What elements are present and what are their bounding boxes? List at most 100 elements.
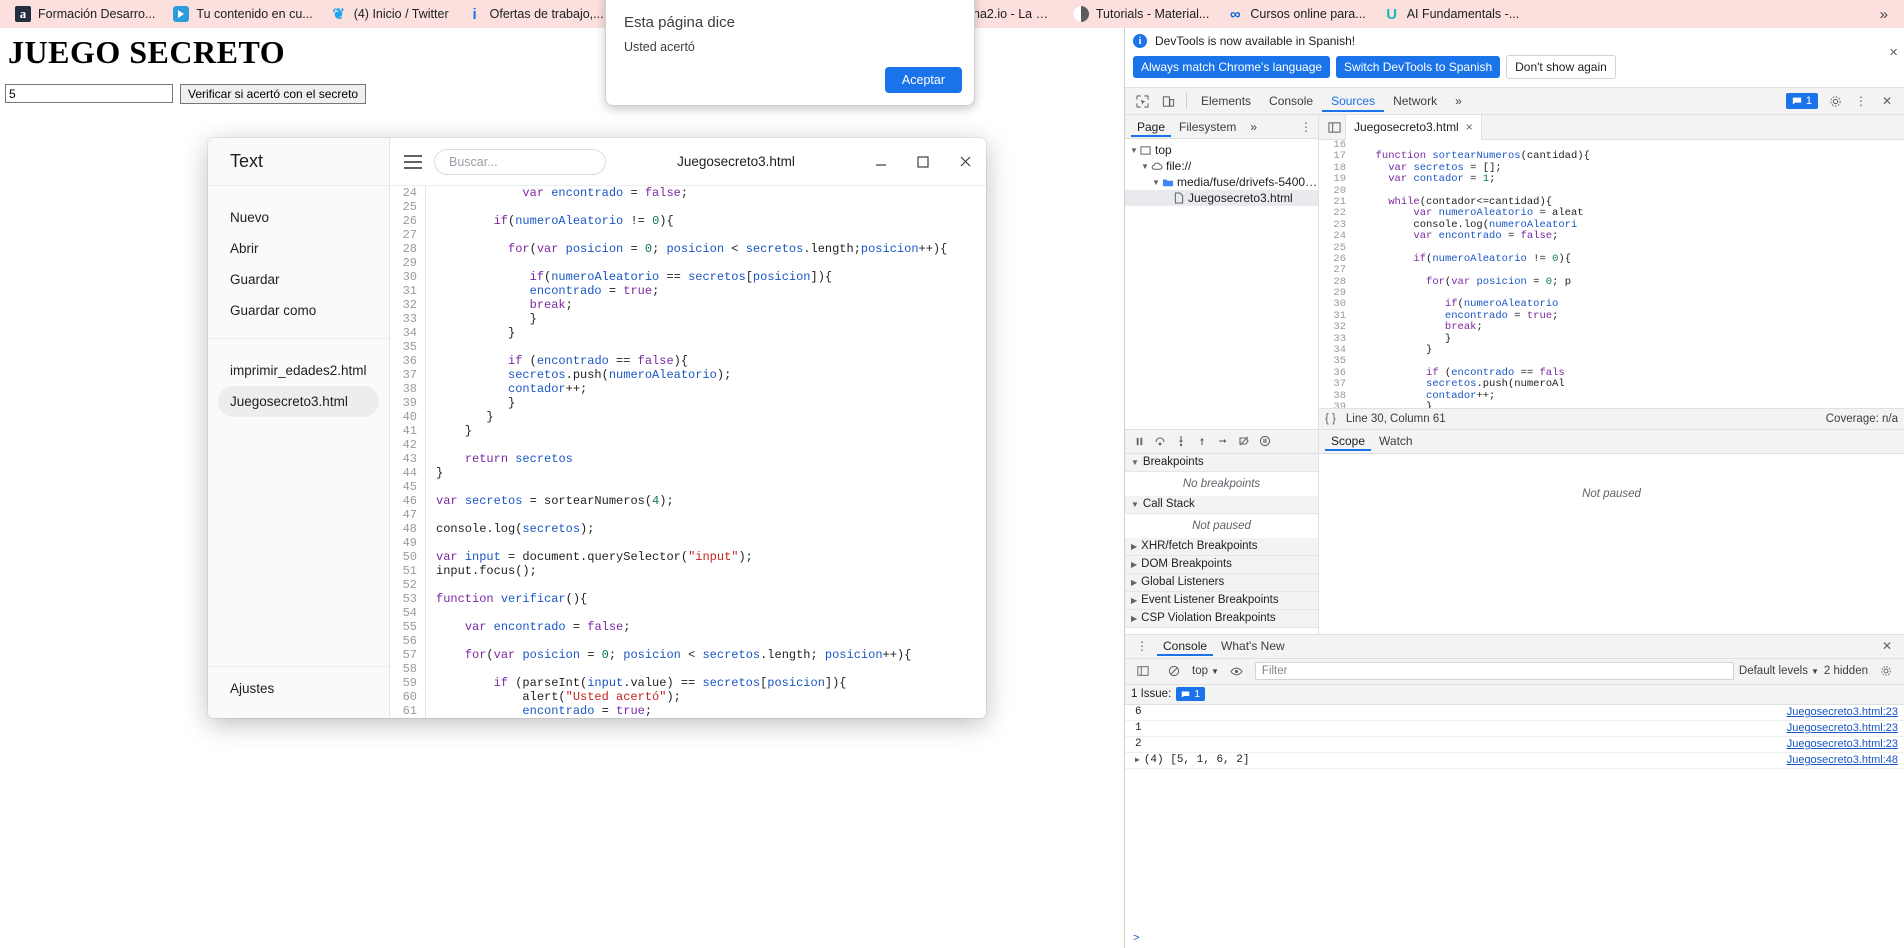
navigator-tab-page[interactable]: Page <box>1131 117 1171 137</box>
bookmark-item[interactable]: i Ofertas de trabajo,... <box>458 2 613 26</box>
devtools-tab-elements[interactable]: Elements <box>1192 90 1260 112</box>
always-match-language-button[interactable]: Always match Chrome's language <box>1133 56 1331 78</box>
line-number: 59 <box>390 676 426 690</box>
editor-search-input[interactable] <box>434 148 606 175</box>
more-options-icon[interactable]: ⋮ <box>1848 90 1874 112</box>
minimize-icon[interactable] <box>866 147 896 177</box>
debugger-section-header[interactable]: ▶ Global Listeners <box>1125 573 1318 592</box>
console-filter-input[interactable] <box>1254 662 1734 680</box>
file-tree-row[interactable]: ▼ top <box>1125 142 1318 158</box>
devtools-more-tabs-icon[interactable]: » <box>1446 90 1471 112</box>
console-context-selector[interactable]: top ▼ <box>1192 665 1219 677</box>
debugger-section-header[interactable]: ▶ Event Listener Breakpoints <box>1125 591 1318 610</box>
file-tree-row[interactable]: ▼ file:// <box>1125 158 1318 174</box>
step-icon[interactable] <box>1213 431 1233 451</box>
bookmark-item[interactable]: Tu contenido en cu... <box>164 2 321 26</box>
console-levels-selector[interactable]: Default levels ▼ <box>1739 665 1819 677</box>
editor-menu-item[interactable]: Guardar <box>208 264 389 295</box>
close-icon[interactable] <box>950 147 980 177</box>
debugger-section-header[interactable]: ▶ DOM Breakpoints <box>1125 555 1318 574</box>
code-line: 29 <box>390 256 986 270</box>
editor-menu-item[interactable]: Abrir <box>208 233 389 264</box>
open-file-tab[interactable]: Juegosecreto3.html × <box>1345 114 1482 140</box>
step-into-icon[interactable] <box>1171 431 1191 451</box>
bookmark-item[interactable]: U AI Fundamentals -... <box>1375 2 1529 26</box>
editor-menu-item[interactable]: Nuevo <box>208 202 389 233</box>
editor-code-area[interactable]: 24 var encontrado = false; 25 26 if(numero… <box>390 186 986 718</box>
devtools-close-icon[interactable]: ✕ <box>1874 90 1900 112</box>
bookmark-item[interactable]: a Formación Desarro... <box>6 2 164 26</box>
console-row[interactable]: ▶ (4) [5, 1, 6, 2] Juegosecreto3.html:48 <box>1125 753 1904 769</box>
pretty-print-icon[interactable]: { } <box>1325 413 1336 425</box>
gear-icon[interactable] <box>1822 90 1848 112</box>
secret-number-input[interactable] <box>5 84 173 103</box>
device-toolbar-icon[interactable] <box>1155 90 1181 112</box>
bookmark-item[interactable]: ❦ (4) Inicio / Twitter <box>322 2 458 26</box>
console-prompt[interactable]: > <box>1125 930 1904 948</box>
banner-close-icon[interactable]: × <box>1889 44 1898 61</box>
alert-accept-button[interactable]: Aceptar <box>884 67 962 93</box>
editor-file-item[interactable]: Juegosecreto3.html <box>218 386 379 417</box>
console-row[interactable]: 6 Juegosecreto3.html:23 <box>1125 705 1904 721</box>
console-row-source-link[interactable]: Juegosecreto3.html:23 <box>1787 722 1898 734</box>
navigator-tab-filesystem[interactable]: Filesystem <box>1173 117 1242 137</box>
devtools-issues-chip[interactable]: 1 <box>1785 93 1818 109</box>
bookmark-item[interactable]: Tutorials - Material... <box>1064 2 1218 26</box>
debugger-section-header[interactable]: ▼ Call Stack <box>1125 495 1318 514</box>
sources-code-view[interactable]: 16 17 function sortearNumeros(cantidad){… <box>1319 140 1904 408</box>
debugger-section-header[interactable]: ▼ Breakpoints <box>1125 453 1318 472</box>
console-row[interactable]: 2 Juegosecreto3.html:23 <box>1125 737 1904 753</box>
navigator-more-icon[interactable]: » <box>1244 117 1263 137</box>
line-content <box>1353 243 1363 254</box>
pause-icon[interactable] <box>1129 431 1149 451</box>
console-eye-icon[interactable] <box>1224 660 1250 682</box>
bookmark-item[interactable]: ∞ Cursos online para... <box>1218 2 1374 26</box>
tree-twisty-icon[interactable]: ▼ <box>1151 178 1161 187</box>
open-file-tab-close-icon[interactable]: × <box>1466 120 1473 134</box>
editor-menu-item[interactable]: Guardar como <box>208 295 389 326</box>
console-row-source-link[interactable]: Juegosecreto3.html:23 <box>1787 738 1898 750</box>
code-line: 25 <box>390 200 986 214</box>
console-tab-console[interactable]: Console <box>1157 636 1213 656</box>
devtools-tab-sources[interactable]: Sources <box>1322 90 1384 112</box>
devtools-tab-network[interactable]: Network <box>1384 90 1446 112</box>
scope-tab-scope[interactable]: Scope <box>1325 431 1371 451</box>
tree-twisty-icon[interactable]: ▼ <box>1140 162 1150 171</box>
chevron-down-icon: ▼ <box>1131 457 1139 467</box>
console-tab-what-s-new[interactable]: What's New <box>1215 636 1291 656</box>
hamburger-menu-icon[interactable] <box>404 154 422 169</box>
step-out-icon[interactable] <box>1192 431 1212 451</box>
switch-to-spanish-button[interactable]: Switch DevTools to Spanish <box>1336 56 1501 78</box>
show-navigator-icon[interactable] <box>1323 121 1345 134</box>
verify-button[interactable]: Verificar si acertó con el secreto <box>180 84 367 104</box>
console-row[interactable]: 1 Juegosecreto3.html:23 <box>1125 721 1904 737</box>
step-over-icon[interactable] <box>1150 431 1170 451</box>
tree-twisty-icon[interactable]: ▼ <box>1129 146 1139 155</box>
debugger-section-header[interactable]: ▶ XHR/fetch Breakpoints <box>1125 537 1318 556</box>
console-row-source-link[interactable]: Juegosecreto3.html:48 <box>1787 754 1898 766</box>
debugger-section-header[interactable]: ▶ CSP Violation Breakpoints <box>1125 609 1318 628</box>
devtools-tab-console[interactable]: Console <box>1260 90 1322 112</box>
file-tree-row[interactable]: Juegosecreto3.html <box>1125 190 1318 206</box>
editor-settings-item[interactable]: Ajustes <box>208 666 389 718</box>
expand-arrow-icon[interactable]: ▶ <box>1135 755 1140 765</box>
console-sidebar-icon[interactable] <box>1130 660 1156 682</box>
deactivate-breakpoints-icon[interactable] <box>1234 431 1254 451</box>
maximize-icon[interactable] <box>908 147 938 177</box>
scope-tab-watch[interactable]: Watch <box>1373 431 1419 451</box>
code-line: 28 for(var posicion = 0; p <box>1319 276 1904 288</box>
drawer-close-icon[interactable]: ✕ <box>1874 635 1900 657</box>
navigator-more-options-icon[interactable]: ⋮ <box>1300 120 1312 134</box>
console-issues-bar[interactable]: 1 Issue: 1 <box>1125 684 1904 705</box>
drawer-more-icon[interactable]: ⋮ <box>1129 635 1155 657</box>
console-row-source-link[interactable]: Juegosecreto3.html:23 <box>1787 706 1898 718</box>
clear-console-icon[interactable] <box>1161 660 1187 682</box>
editor-file-item[interactable]: imprimir_edades2.html <box>208 355 389 386</box>
file-tree-row[interactable]: ▼ media/fuse/drivefs-54001df18 <box>1125 174 1318 190</box>
dont-show-again-button[interactable]: Don't show again <box>1506 55 1616 79</box>
pause-on-exceptions-icon[interactable] <box>1255 431 1275 451</box>
inspect-element-icon[interactable] <box>1129 90 1155 112</box>
bookmarks-overflow-icon[interactable]: » <box>1870 6 1898 23</box>
console-settings-icon[interactable] <box>1873 660 1899 682</box>
console-issues-chip[interactable]: 1 <box>1176 687 1206 701</box>
